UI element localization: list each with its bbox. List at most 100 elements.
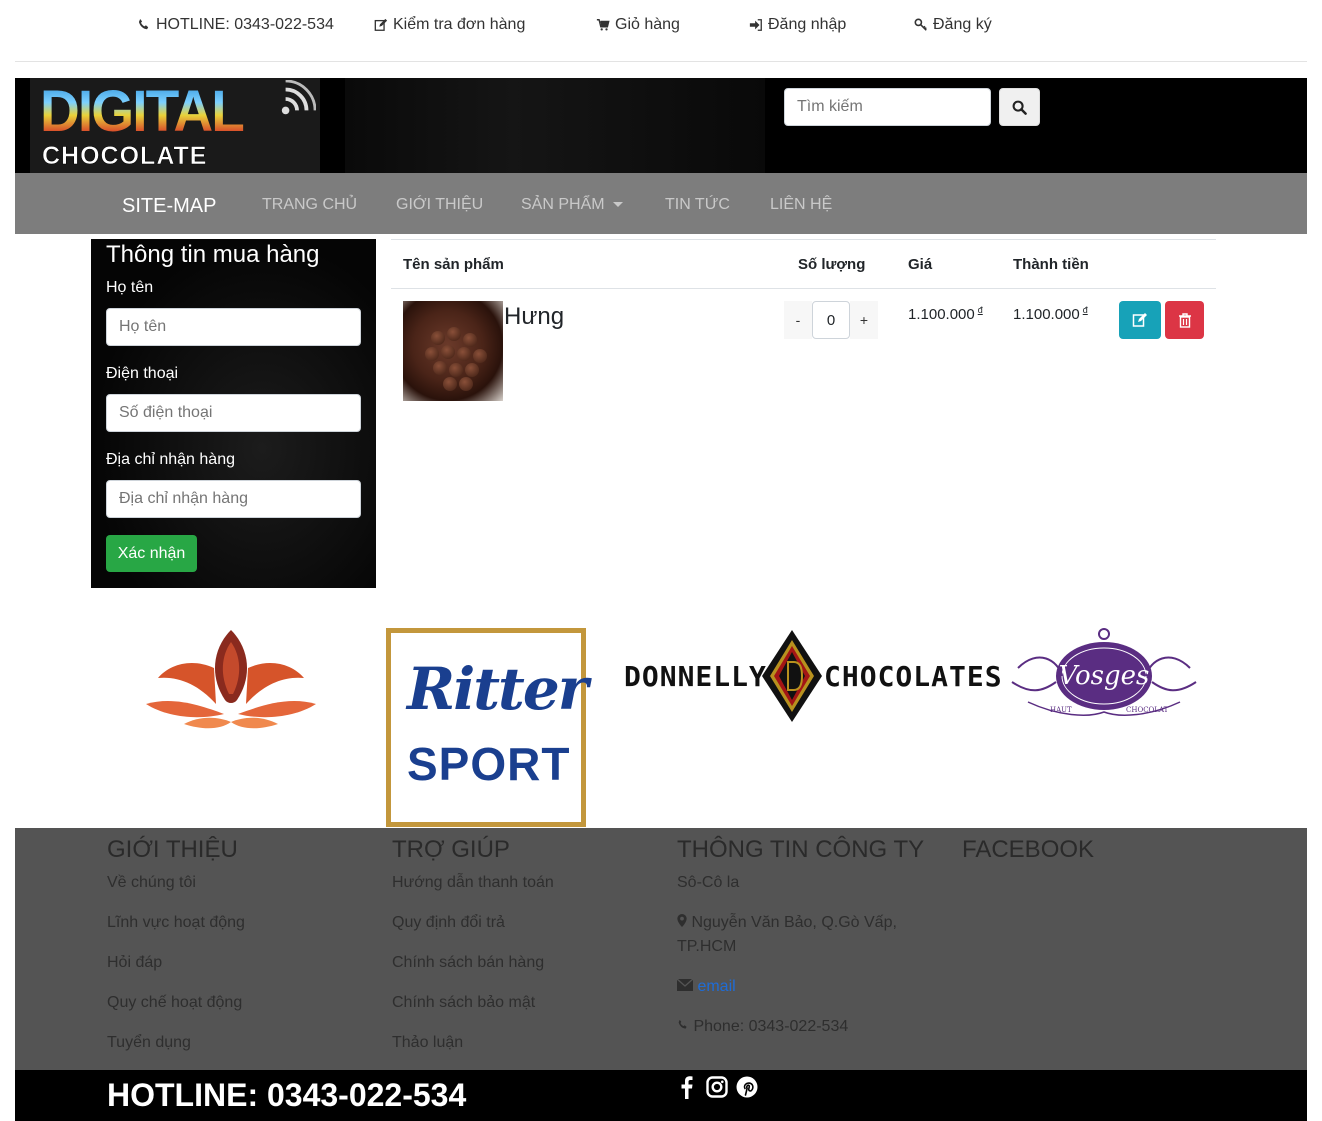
product-name: Hưng bbox=[504, 303, 565, 330]
footer-link[interactable]: Chính sách bảo mật bbox=[392, 994, 535, 1012]
facebook-icon[interactable] bbox=[676, 1075, 698, 1099]
company-name: Sô-Cô la bbox=[677, 874, 740, 891]
unit-price-value: 1.100.000 bbox=[908, 306, 975, 323]
footer-about-title: GIỚI THIỆU bbox=[107, 836, 238, 863]
site-header: DIGITAL CHOCOLATE bbox=[15, 78, 1307, 173]
nav-link-products-label: SẢN PHẨM bbox=[521, 196, 605, 213]
increase-button[interactable]: + bbox=[850, 301, 878, 339]
product-image[interactable] bbox=[403, 301, 503, 401]
name-field[interactable] bbox=[106, 308, 361, 346]
site-logo[interactable]: DIGITAL CHOCOLATE bbox=[30, 78, 320, 173]
footer-link[interactable]: Tuyển dụng bbox=[107, 1034, 191, 1052]
cart-icon bbox=[596, 19, 610, 31]
lotus-brand-logo[interactable] bbox=[144, 628, 318, 732]
company-phone: Phone: 0343-022-534 bbox=[677, 1018, 848, 1036]
vosges-text: Vosges bbox=[1059, 661, 1150, 691]
logo-text-digital: DIGITAL bbox=[40, 79, 245, 144]
sport-text: SPORT bbox=[407, 738, 571, 790]
phone-icon bbox=[138, 19, 149, 30]
vosges-sub-right: CHOCOLAT bbox=[1126, 706, 1169, 714]
footer-link[interactable]: Lĩnh vực hoạt động bbox=[107, 914, 245, 932]
address-field[interactable] bbox=[106, 480, 361, 518]
vosges-sub-left: HAUT bbox=[1050, 706, 1072, 714]
footer-company-title: THÔNG TIN CÔNG TY bbox=[677, 836, 925, 863]
envelope-icon bbox=[676, 978, 694, 991]
nav-link-contact[interactable]: LIÊN HỆ bbox=[770, 196, 832, 214]
check-order-link[interactable]: Kiểm tra đơn hàng bbox=[374, 16, 525, 34]
footer-link[interactable]: Chính sách bán hàng bbox=[392, 954, 544, 972]
search-button[interactable] bbox=[999, 88, 1040, 126]
address-line-1: Nguyễn Văn Bảo, Q.Gò Vấp, bbox=[691, 914, 897, 931]
currency-symbol: đ bbox=[977, 305, 983, 315]
chocolates-text: CHOCOLATES bbox=[824, 660, 1003, 693]
hotline-link[interactable]: HOTLINE: 0343-022-534 bbox=[137, 16, 334, 34]
edit-icon bbox=[374, 18, 388, 31]
ritter-sport-logo[interactable]: Ritter SPORT bbox=[386, 628, 588, 827]
footer-facebook-title: FACEBOOK bbox=[962, 836, 1095, 863]
footer-link[interactable]: Quy định đổi trả bbox=[392, 914, 505, 932]
confirm-button[interactable]: Xác nhận bbox=[106, 535, 197, 572]
cart-link[interactable]: Giỏ hàng bbox=[596, 16, 680, 34]
diamond-emblem-icon bbox=[762, 630, 822, 722]
quantity-stepper: - 0 + bbox=[784, 301, 878, 339]
search-input[interactable] bbox=[784, 88, 991, 126]
donnelly-chocolates-logo[interactable]: DONNELLY CHOCOLATES bbox=[624, 630, 1002, 722]
decrease-button[interactable]: - bbox=[784, 301, 812, 339]
phone-field[interactable] bbox=[106, 394, 361, 432]
nav-link-about[interactable]: GIỚI THIỆU bbox=[396, 196, 483, 214]
company-address: Nguyễn Văn Bảo, Q.Gò Vấp, bbox=[677, 914, 897, 932]
search-icon bbox=[1012, 100, 1027, 115]
order-info-title: Thông tin mua hàng bbox=[106, 241, 320, 268]
header-texture bbox=[345, 78, 765, 173]
phone-icon bbox=[678, 1019, 687, 1029]
donnelly-text: DONNELLY bbox=[624, 660, 767, 693]
footer-link[interactable]: Quy chế hoạt động bbox=[107, 994, 242, 1012]
table-top-border bbox=[391, 239, 1216, 240]
table-header-border bbox=[391, 288, 1216, 289]
chevron-down-icon bbox=[612, 202, 623, 208]
order-info-panel: Thông tin mua hàng Họ tên Điện thoại Địa… bbox=[91, 239, 376, 588]
main-navbar: SITE-MAP TRANG CHỦ GIỚI THIỆU SẢN PHẨM T… bbox=[15, 173, 1307, 234]
nav-link-home[interactable]: TRANG CHỦ bbox=[262, 196, 357, 214]
update-button[interactable] bbox=[1119, 301, 1161, 339]
column-header-product: Tên sản phẩm bbox=[403, 256, 504, 273]
footer-link[interactable]: Về chúng tôi bbox=[107, 874, 196, 892]
trash-icon bbox=[1178, 312, 1191, 328]
login-link[interactable]: Đăng nhập bbox=[749, 16, 846, 34]
currency-symbol: đ bbox=[1082, 305, 1088, 315]
login-label: Đăng nhập bbox=[768, 16, 847, 33]
vosges-logo[interactable]: Vosges HAUT CHOCOLAT bbox=[1008, 628, 1200, 720]
delete-button[interactable] bbox=[1165, 301, 1204, 339]
email-link[interactable]: email bbox=[697, 978, 735, 995]
signal-icon bbox=[281, 80, 316, 115]
register-link[interactable]: Đăng ký bbox=[914, 16, 992, 34]
nav-brand-sitemap[interactable]: SITE-MAP bbox=[122, 195, 216, 218]
hotline-text: HOTLINE: 0343-022-534 bbox=[156, 16, 334, 33]
footer-help-title: TRỢ GIÚP bbox=[392, 836, 510, 863]
footer-hotline: HOTLINE: 0343-022-534 bbox=[107, 1077, 467, 1113]
nav-link-products[interactable]: SẢN PHẨM bbox=[521, 196, 623, 214]
footer-link[interactable]: Thảo luận bbox=[392, 1034, 463, 1052]
site-footer: GIỚI THIỆU Về chúng tôi Lĩnh vực hoạt độ… bbox=[15, 828, 1307, 1070]
column-header-quantity: Số lượng bbox=[798, 256, 866, 273]
footer-bottom-bar: HOTLINE: 0343-022-534 bbox=[15, 1070, 1307, 1121]
logo-text-chocolate: CHOCOLATE bbox=[42, 142, 208, 171]
social-links bbox=[676, 1075, 758, 1099]
footer-link[interactable]: Hỏi đáp bbox=[107, 954, 162, 972]
map-marker-icon bbox=[677, 914, 687, 927]
quantity-input[interactable]: 0 bbox=[812, 301, 850, 339]
footer-link[interactable]: Hướng dẫn thanh toán bbox=[392, 874, 554, 892]
topbar-divider bbox=[15, 61, 1307, 62]
edit-icon bbox=[1132, 313, 1147, 327]
check-order-label: Kiểm tra đơn hàng bbox=[393, 16, 526, 33]
phone-label: Điện thoại bbox=[106, 365, 179, 382]
cart-label: Giỏ hàng bbox=[615, 16, 680, 33]
instagram-icon[interactable] bbox=[706, 1075, 728, 1099]
pinterest-icon[interactable] bbox=[736, 1075, 758, 1099]
column-header-price: Giá bbox=[908, 256, 933, 273]
key-icon bbox=[914, 18, 927, 31]
unit-price: 1.100.000 đ bbox=[908, 305, 983, 323]
nav-link-news[interactable]: TIN TỨC bbox=[665, 196, 730, 214]
register-label: Đăng ký bbox=[933, 16, 992, 33]
sign-in-icon bbox=[749, 19, 762, 31]
